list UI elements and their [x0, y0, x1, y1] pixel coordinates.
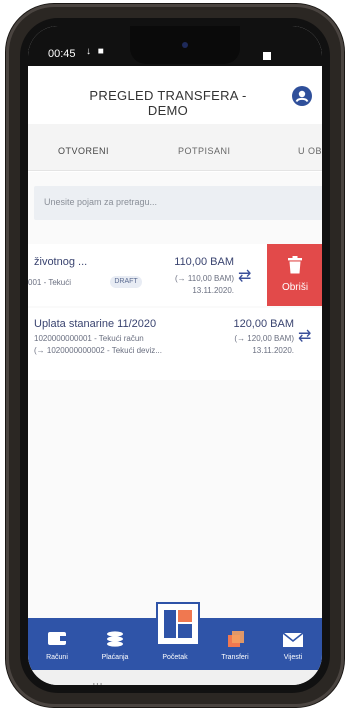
phone-bezel: 00:45 ↓ ■ PREGLED TRANSFERA - DEMO OTVOR…	[20, 18, 330, 693]
transfer-icon	[228, 631, 244, 647]
nav-label: Transferi	[221, 654, 249, 661]
delete-button[interactable]: Obriši	[267, 244, 322, 306]
screen: 00:45 ↓ ■ PREGLED TRANSFERA - DEMO OTVOR…	[28, 26, 322, 685]
nav-label: Računi	[46, 654, 68, 661]
transfer-account-to: (→ 1020000000002 - Tekući deviz...	[34, 346, 162, 355]
mail-icon	[282, 632, 304, 647]
search-input[interactable]: Unesite pojam za pretragu...	[34, 186, 322, 220]
transfer-amount: 120,00 BAM	[233, 318, 294, 330]
coins-icon	[107, 631, 123, 647]
phone-frame: 00:45 ↓ ■ PREGLED TRANSFERA - DEMO OTVOR…	[6, 4, 344, 707]
tab-u-obradi[interactable]: U OB	[298, 146, 322, 156]
back-icon[interactable]: <	[250, 680, 258, 685]
transfer-account: 001 - Tekući	[28, 278, 71, 287]
transfer-row-2[interactable]: Uplata stanarine 11/2020 1020000000001 -…	[28, 308, 322, 380]
transfer-date: 13.11.2020.	[192, 286, 234, 295]
transfer-account-from: 1020000000001 - Tekući račun	[34, 334, 144, 343]
nav-label: Početak	[162, 654, 188, 661]
wallet-icon	[48, 632, 66, 645]
user-icon	[295, 90, 309, 103]
transfer-name: životnog ...	[34, 256, 88, 268]
transfer-arrows-icon: ⇄	[298, 328, 312, 345]
camera-icon	[182, 42, 188, 48]
status-time: 00:45	[48, 48, 76, 60]
page-title: PREGLED TRANSFERA - DEMO	[89, 88, 247, 118]
status-icons: ↓ ■	[86, 46, 106, 57]
transfer-arrows-icon: ⇄	[238, 268, 252, 285]
nav-label: Plaćanja	[101, 654, 129, 661]
battery-icon	[263, 52, 271, 60]
delete-label: Obriši	[281, 282, 309, 293]
user-profile-icon[interactable]	[292, 86, 312, 106]
tab-otvoreni[interactable]: OTVORENI	[58, 146, 109, 156]
nav-placanja[interactable]: Plaćanja	[86, 618, 144, 670]
nav-label: Vijesti	[283, 654, 303, 661]
nav-vijesti[interactable]: Vijesti	[264, 618, 322, 670]
transfer-converted: (→ 110,00 BAM)	[175, 274, 234, 283]
recents-icon[interactable]: |||	[92, 680, 103, 685]
nav-racuni[interactable]: Računi	[28, 618, 86, 670]
search-placeholder: Unesite pojam za pretragu...	[44, 197, 158, 207]
trash-icon	[288, 256, 302, 274]
notch	[130, 26, 240, 64]
transfer-date: 13.11.2020.	[252, 346, 294, 355]
app-bar: PREGLED TRANSFERA - DEMO	[28, 66, 322, 124]
system-navigation: ||| ○ <	[28, 670, 322, 685]
transfer-list-area	[28, 172, 322, 618]
transfer-amount: 110,00 BAM	[174, 256, 234, 268]
tab-bar: OTVORENI POTPISANI U OB	[28, 124, 322, 171]
nav-transferi[interactable]: Transferi	[206, 618, 264, 670]
home-button[interactable]	[156, 602, 200, 646]
tab-potpisani[interactable]: POTPISANI	[178, 146, 231, 156]
draft-badge: DRAFT	[110, 276, 142, 288]
home-circle-icon[interactable]: ○	[168, 680, 176, 685]
status-bar: 00:45 ↓ ■	[28, 26, 322, 66]
home-tiles-icon	[164, 610, 192, 638]
transfer-converted: (→ 120,00 BAM)	[234, 334, 294, 343]
transfer-name: Uplata stanarine 11/2020	[34, 318, 157, 330]
